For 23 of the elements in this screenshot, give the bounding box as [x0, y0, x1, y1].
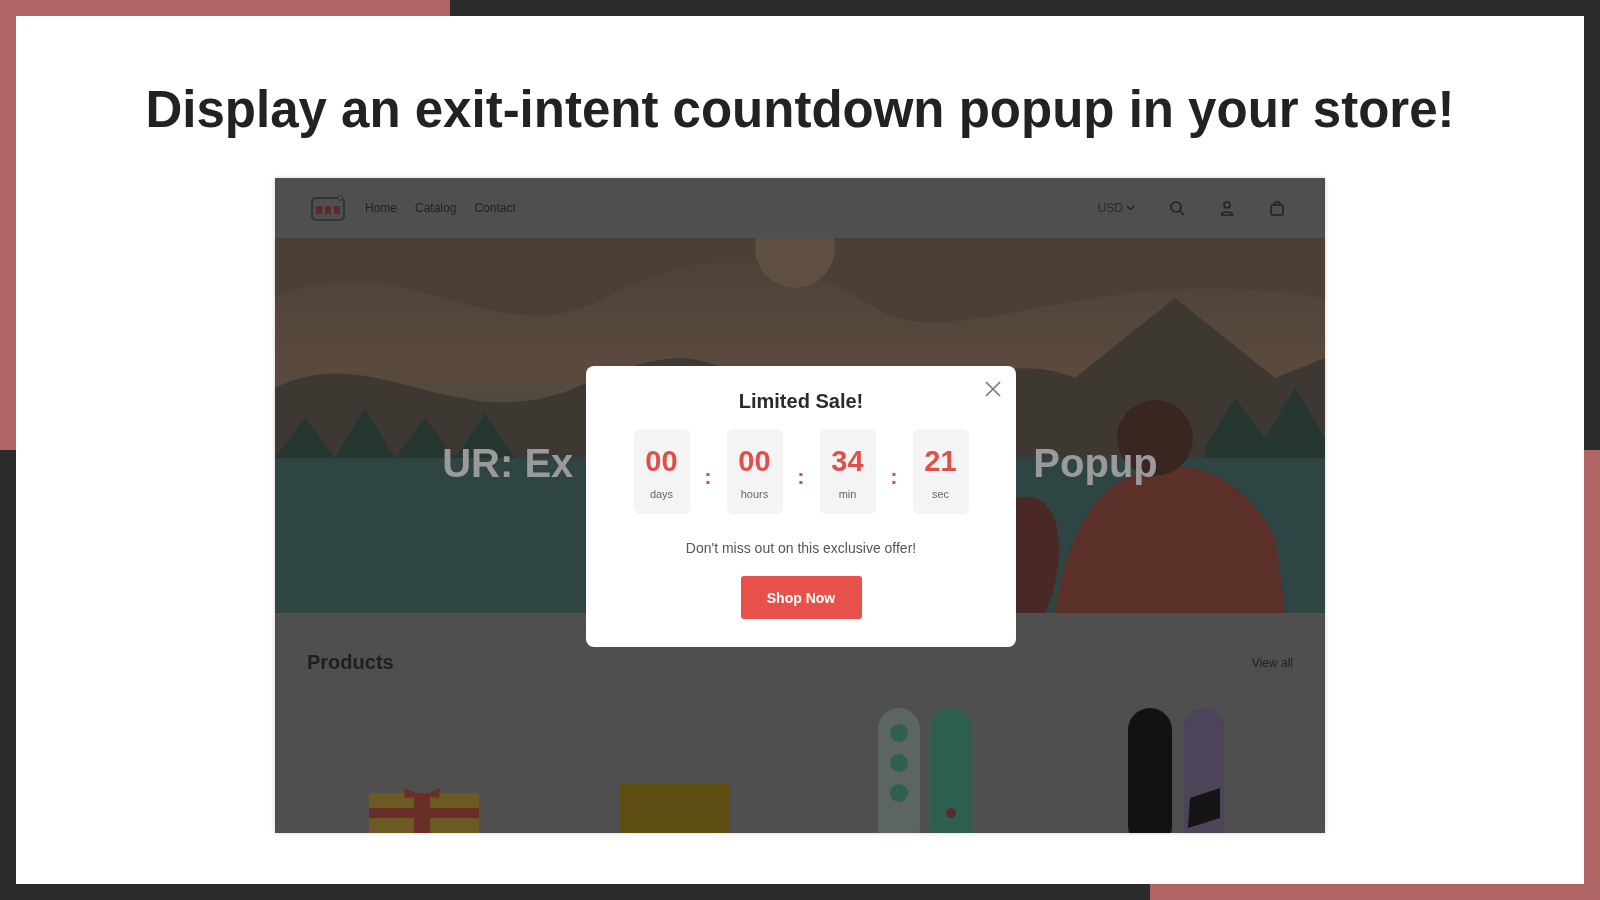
- hero-title-fragment: UR: Ex: [442, 441, 574, 487]
- account-icon[interactable]: [1219, 200, 1235, 217]
- shop-now-button[interactable]: Shop Now: [740, 576, 862, 620]
- cart-bag-icon[interactable]: [1269, 200, 1285, 217]
- search-icon[interactable]: [1169, 200, 1185, 217]
- countdown-value: 34: [831, 445, 864, 479]
- chevron-down-icon: [1126, 205, 1135, 212]
- countdown-unit-label: min: [838, 488, 857, 501]
- time-separator: :: [796, 463, 806, 490]
- headline: Display an exit-intent countdown popup in your store!: [145, 82, 1455, 139]
- hero-title-fragment: Popup: [1033, 441, 1158, 487]
- countdown-value: 00: [645, 445, 678, 479]
- time-separator: :: [889, 463, 899, 490]
- popup-title: Limited Sale!: [738, 390, 864, 414]
- countdown-unit-label: hours: [740, 488, 769, 501]
- popup-message: Don't miss out on this exclusive offer!: [685, 540, 917, 557]
- close-icon[interactable]: [984, 380, 1002, 399]
- countdown-unit-label: sec: [931, 488, 950, 501]
- time-separator: :: [703, 463, 713, 490]
- logo-icon: [311, 194, 345, 223]
- countdown-unit-label: days: [649, 488, 674, 501]
- countdown-value: 21: [924, 445, 957, 479]
- countdown-value: 00: [738, 445, 771, 479]
